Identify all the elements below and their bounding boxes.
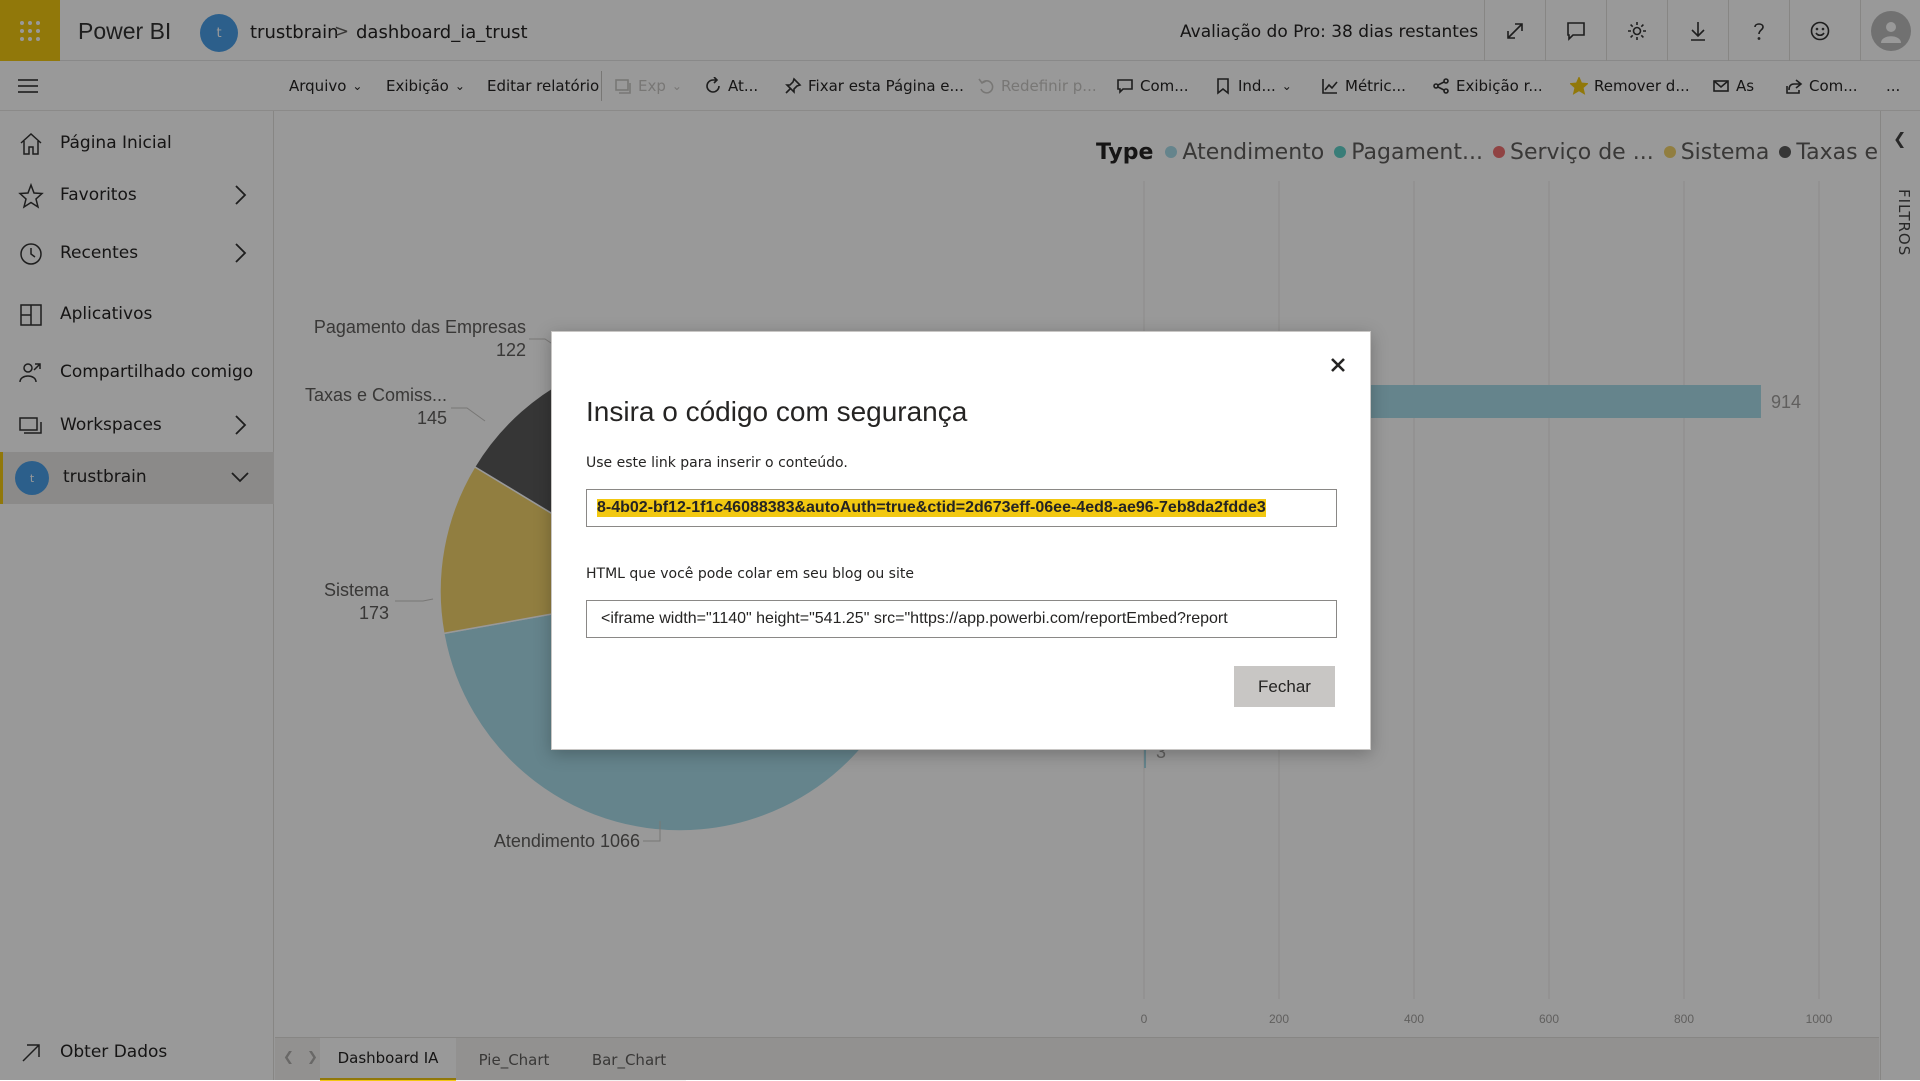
dialog-title: Insira o código com segurança	[586, 396, 968, 427]
close-icon	[1331, 358, 1345, 372]
embed-link-field[interactable]: 8-4b02-bf12-1f1c46088383&autoAuth=true&c…	[586, 489, 1337, 527]
embed-code-dialog: Insira o código com segurança Use este l…	[551, 331, 1371, 750]
embed-html-value: <iframe width="1140" height="541.25" src…	[601, 610, 1228, 627]
embed-link-value: 8-4b02-bf12-1f1c46088383&autoAuth=true&c…	[597, 499, 1266, 517]
close-dialog-button[interactable]	[1327, 354, 1349, 376]
embed-html-field[interactable]: <iframe width="1140" height="541.25" src…	[586, 600, 1337, 638]
embed-link-label: Use este link para inserir o conteúdo.	[586, 455, 848, 471]
powerbi-app: Power BI t trustbrain > dashboard_ia_tru…	[0, 0, 1920, 1081]
close-button[interactable]: Fechar	[1234, 666, 1335, 707]
embed-html-label: HTML que você pode colar em seu blog ou …	[586, 566, 914, 582]
